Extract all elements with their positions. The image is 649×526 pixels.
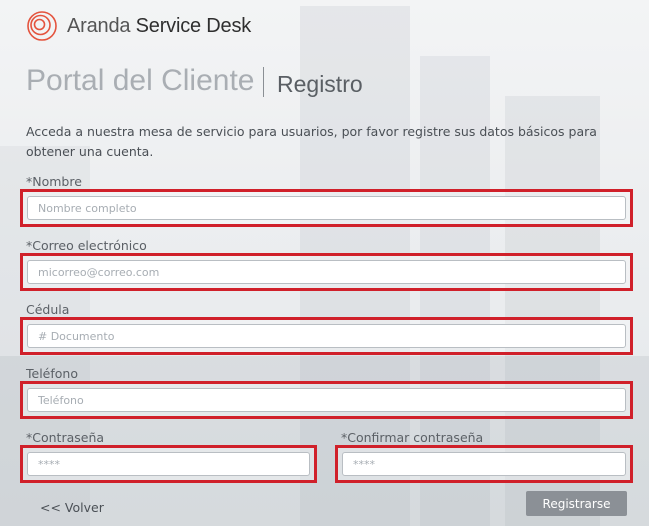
- id-document-label: Cédula: [26, 302, 70, 317]
- phone-field-highlight: [20, 381, 633, 419]
- brand-name-light: Aranda: [67, 14, 131, 37]
- name-input[interactable]: [27, 196, 626, 220]
- back-link[interactable]: << Volver: [40, 500, 104, 515]
- email-input[interactable]: [27, 260, 626, 284]
- id-document-field-highlight: [20, 317, 633, 355]
- confirm-password-field-highlight: [335, 445, 633, 483]
- password-field-highlight: [20, 445, 317, 483]
- portal-title: Portal del Cliente: [26, 64, 255, 97]
- brand-name: Aranda Service Desk: [67, 15, 251, 38]
- name-field-highlight: [20, 189, 633, 227]
- phone-input[interactable]: [27, 388, 626, 412]
- password-input[interactable]: [27, 452, 310, 476]
- password-label: *Contraseña: [26, 430, 105, 445]
- intro-text: Acceda a nuestra mesa de servicio para u…: [26, 124, 597, 159]
- register-button[interactable]: Registrarse: [526, 491, 627, 516]
- email-label: *Correo electrónico: [26, 238, 147, 253]
- brand-name-bold: Service Desk: [135, 14, 252, 37]
- confirm-password-label: *Confirmar contraseña: [341, 430, 484, 445]
- title-divider: [263, 67, 264, 97]
- confirm-password-input[interactable]: [342, 452, 626, 476]
- page-title: Registro: [277, 71, 363, 97]
- email-field-highlight: [20, 253, 633, 291]
- name-label: *Nombre: [26, 174, 82, 189]
- id-document-input[interactable]: [27, 324, 626, 348]
- brand-logo: Aranda Service Desk: [26, 10, 251, 42]
- phone-label: Teléfono: [26, 366, 78, 381]
- aranda-spiral-icon: [27, 11, 57, 41]
